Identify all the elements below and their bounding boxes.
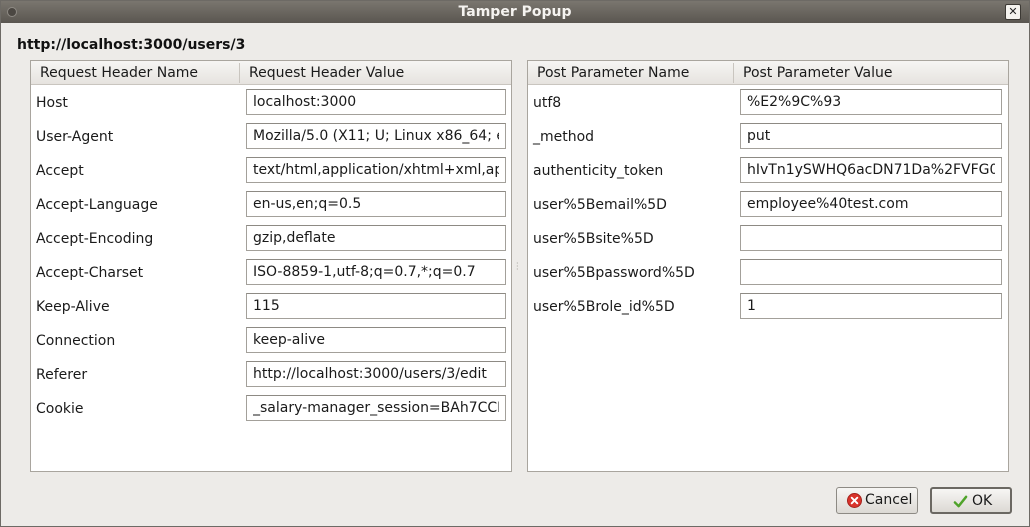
post-parameter-row: _method [528, 123, 1008, 157]
post-parameters-header: Post Parameter Name Post Parameter Value [528, 61, 1008, 85]
post-parameter-value-input[interactable] [740, 259, 1002, 285]
post-parameter-name: authenticity_token [533, 163, 664, 179]
post-parameter-name: _method [533, 129, 595, 145]
request-header-value-input[interactable] [246, 327, 506, 353]
request-header-row: Keep-Alive [31, 293, 511, 327]
post-parameter-name: utf8 [533, 95, 562, 111]
title-bar[interactable]: Tamper Popup ✕ [1, 1, 1029, 23]
request-header-value-input[interactable] [246, 259, 506, 285]
tamper-popup-window: Tamper Popup ✕ http://localhost:3000/use… [0, 0, 1030, 527]
request-header-name: Host [36, 95, 68, 111]
post-parameter-value-input[interactable] [740, 225, 1002, 251]
request-header-name: Keep-Alive [36, 299, 110, 315]
request-header-value-input[interactable] [246, 157, 506, 183]
post-parameter-value-input[interactable] [740, 191, 1002, 217]
post-parameter-row: authenticity_token [528, 157, 1008, 191]
request-header-name: Accept-Language [36, 197, 158, 213]
request-header-name: Referer [36, 367, 88, 383]
ok-label: OK [972, 493, 993, 509]
column-separator[interactable] [239, 63, 240, 83]
request-header-name: Connection [36, 333, 116, 349]
request-header-name: Cookie [36, 401, 84, 417]
column-header-param-name[interactable]: Post Parameter Name [537, 65, 689, 81]
request-headers-panel: Request Header Name Request Header Value… [30, 60, 512, 472]
request-header-row: Accept-Charset [31, 259, 511, 293]
request-header-row: Host [31, 89, 511, 123]
request-url: http://localhost:3000/users/3 [17, 37, 246, 53]
request-header-value-input[interactable] [246, 123, 506, 149]
request-header-row: Cookie [31, 395, 511, 429]
post-parameter-row: utf8 [528, 89, 1008, 123]
cancel-icon [847, 493, 862, 508]
post-parameter-name: user%5Brole_id%5D [533, 299, 675, 315]
request-header-value-input[interactable] [246, 89, 506, 115]
request-headers-header: Request Header Name Request Header Value [31, 61, 511, 85]
column-header-param-value[interactable]: Post Parameter Value [743, 65, 892, 81]
post-parameter-value-input[interactable] [740, 89, 1002, 115]
column-separator[interactable] [733, 63, 734, 83]
checkmark-icon [953, 495, 968, 508]
close-icon[interactable]: ✕ [1005, 4, 1021, 20]
column-header-request-value[interactable]: Request Header Value [249, 65, 404, 81]
ok-button[interactable]: OK [930, 487, 1012, 514]
post-parameter-value-input[interactable] [740, 157, 1002, 183]
request-header-value-input[interactable] [246, 225, 506, 251]
request-header-value-input[interactable] [246, 293, 506, 319]
cancel-label: Cancel [865, 492, 913, 508]
request-header-name: User-Agent [36, 129, 114, 145]
request-header-value-input[interactable] [246, 191, 506, 217]
request-header-row: Accept-Encoding [31, 225, 511, 259]
splitter-grip-icon[interactable]: · · · [516, 260, 522, 274]
post-parameter-name: user%5Bpassword%5D [533, 265, 695, 281]
post-parameter-row: user%5Bemail%5D [528, 191, 1008, 225]
window-title: Tamper Popup [458, 4, 572, 20]
request-header-name: Accept-Encoding [36, 231, 154, 247]
post-parameter-name: user%5Bemail%5D [533, 197, 667, 213]
post-parameter-name: user%5Bsite%5D [533, 231, 654, 247]
post-parameter-row: user%5Bpassword%5D [528, 259, 1008, 293]
post-parameter-row: user%5Brole_id%5D [528, 293, 1008, 327]
request-header-value-input[interactable] [246, 361, 506, 387]
window-menu-icon[interactable] [7, 7, 17, 17]
request-header-row: Accept [31, 157, 511, 191]
request-header-value-input[interactable] [246, 395, 506, 421]
post-parameter-value-input[interactable] [740, 293, 1002, 319]
post-parameter-row: user%5Bsite%5D [528, 225, 1008, 259]
post-parameters-panel: Post Parameter Name Post Parameter Value… [527, 60, 1009, 472]
request-header-row: Referer [31, 361, 511, 395]
column-header-request-name[interactable]: Request Header Name [40, 65, 198, 81]
request-header-name: Accept-Charset [36, 265, 144, 281]
request-header-name: Accept [36, 163, 84, 179]
cancel-button[interactable]: Cancel [836, 487, 918, 514]
request-header-row: Accept-Language [31, 191, 511, 225]
request-header-row: User-Agent [31, 123, 511, 157]
post-parameter-value-input[interactable] [740, 123, 1002, 149]
request-header-row: Connection [31, 327, 511, 361]
